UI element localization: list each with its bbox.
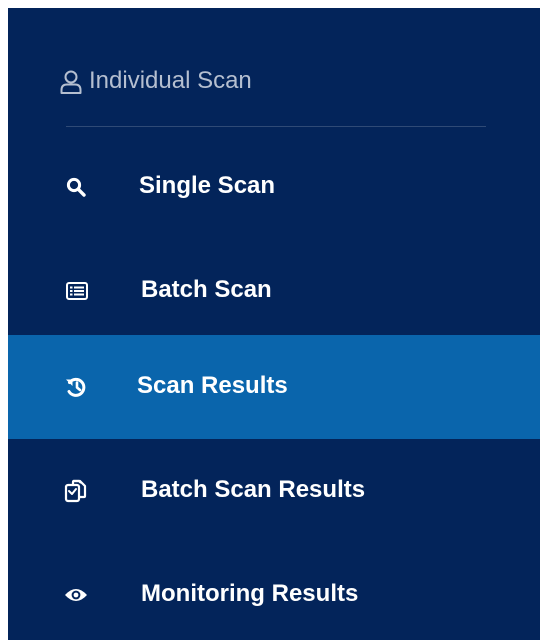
history-icon	[66, 377, 86, 397]
eye-icon	[65, 589, 87, 601]
copy-icon	[64, 479, 87, 503]
user-icon	[60, 70, 82, 94]
divider	[66, 126, 486, 127]
sidebar-item-single-scan[interactable]: Single Scan	[8, 135, 540, 239]
list-icon	[66, 282, 88, 300]
sidebar-item-monitoring-results[interactable]: Monitoring Results	[8, 543, 540, 640]
sidebar-item-scan-results[interactable]: Scan Results	[8, 335, 540, 439]
sidebar-item-label: Batch Scan	[141, 276, 272, 303]
sidebar: Individual Scan Single Scan Batch Scan S	[8, 8, 540, 640]
section-header-individual-scan: Individual Scan	[8, 8, 540, 128]
search-icon	[66, 177, 86, 197]
section-header-label: Individual Scan	[89, 67, 252, 94]
sidebar-item-label: Scan Results	[137, 372, 288, 399]
sidebar-item-label: Monitoring Results	[141, 580, 359, 607]
sidebar-item-batch-scan[interactable]: Batch Scan	[8, 239, 540, 343]
sidebar-item-batch-scan-results[interactable]: Batch Scan Results	[8, 439, 540, 543]
sidebar-item-label: Batch Scan Results	[141, 476, 366, 503]
sidebar-item-label: Single Scan	[139, 172, 276, 199]
